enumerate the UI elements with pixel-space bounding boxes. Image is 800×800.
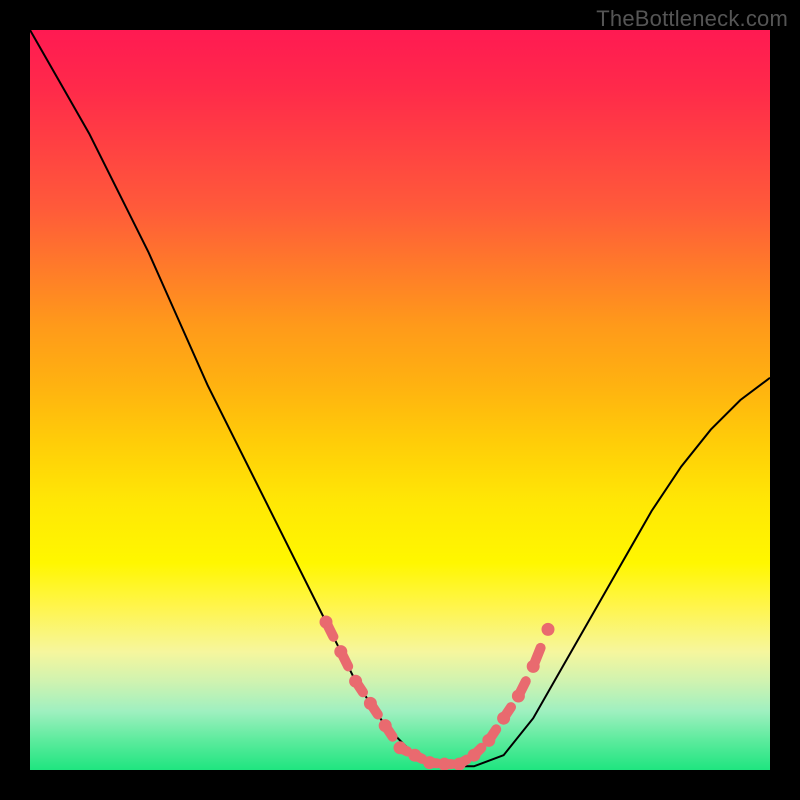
marker-dot <box>409 749 421 761</box>
marker-dot <box>320 616 332 628</box>
chart-frame: TheBottleneck.com <box>0 0 800 800</box>
marker-dot <box>364 697 376 709</box>
chart-svg <box>30 30 770 770</box>
marker-dot <box>512 690 524 702</box>
marker-dot <box>424 757 436 769</box>
marker-dot <box>453 758 465 770</box>
marker-dot <box>335 646 347 658</box>
marker-dot <box>542 623 554 635</box>
marker-group <box>320 616 554 770</box>
marker-dot <box>498 712 510 724</box>
watermark-text: TheBottleneck.com <box>596 6 788 32</box>
bottleneck-curve <box>30 30 770 766</box>
marker-dot <box>527 660 539 672</box>
marker-dot <box>468 749 480 761</box>
marker-dot <box>394 742 406 754</box>
marker-dot <box>379 720 391 732</box>
marker-dot <box>483 734 495 746</box>
plot-area <box>30 30 770 770</box>
marker-dot <box>350 675 362 687</box>
marker-dot <box>438 758 450 770</box>
